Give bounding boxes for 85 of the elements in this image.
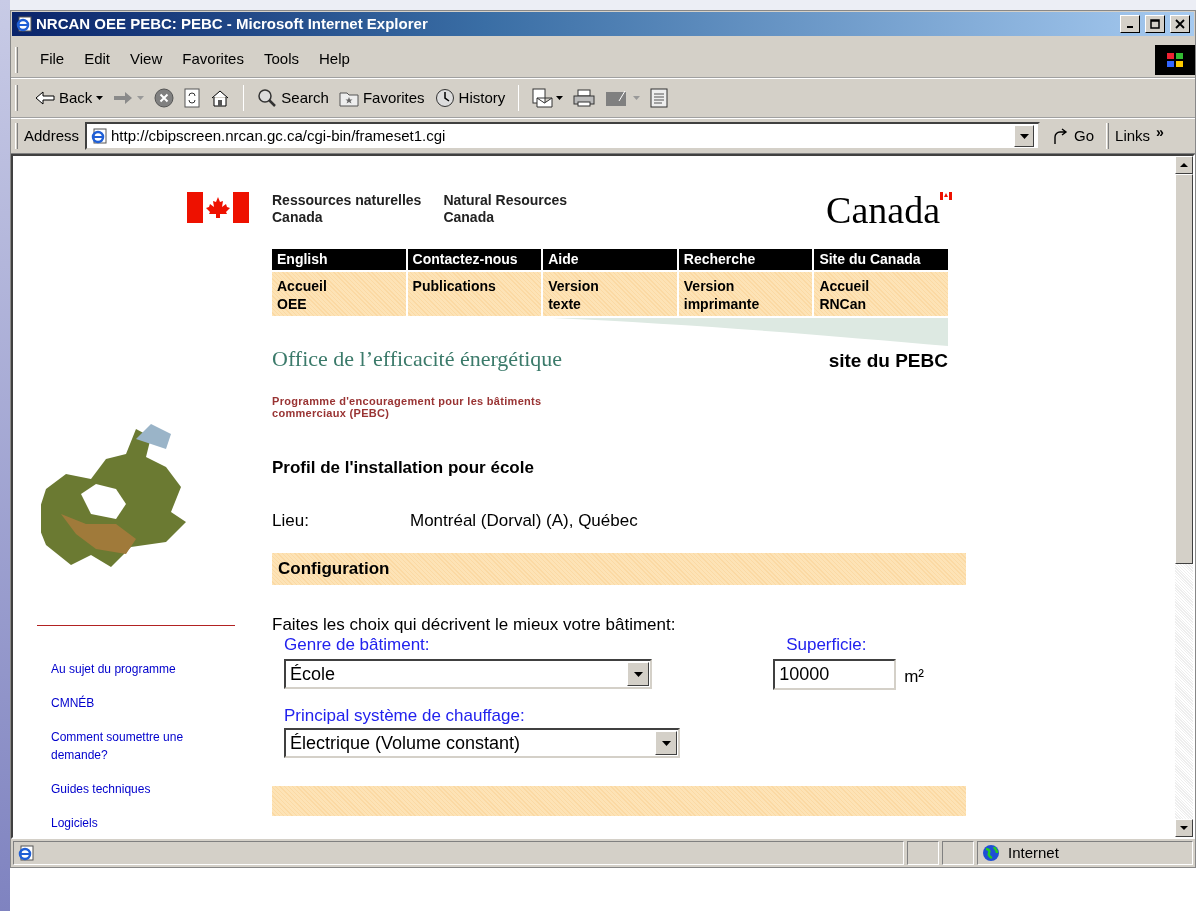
building-type-dropdown[interactable]: École bbox=[284, 659, 652, 689]
sidebar-link[interactable]: Au sujet du programme bbox=[51, 660, 231, 678]
flag-icon bbox=[940, 192, 952, 200]
nav-link[interactable]: Accueil OEE bbox=[272, 272, 406, 316]
location-label: Lieu: bbox=[272, 509, 310, 532]
canada-wordmark: Canada bbox=[826, 191, 940, 229]
maximize-icon bbox=[1150, 19, 1160, 29]
sidebar-link[interactable]: Guides techniques bbox=[51, 780, 231, 798]
page-icon bbox=[91, 128, 108, 144]
caret-icon bbox=[556, 96, 564, 100]
search-button[interactable]: Search bbox=[252, 83, 334, 113]
site-label: site du PEBC bbox=[828, 348, 948, 373]
nav-link[interactable]: Site du Canada bbox=[814, 249, 948, 270]
menu-item[interactable]: Help bbox=[309, 48, 360, 71]
folder-star-icon bbox=[338, 89, 359, 107]
program-name: Programme d'encouragement pour les bâtiments commerciaux (PEBC) bbox=[272, 395, 543, 419]
clock-icon bbox=[434, 88, 455, 108]
browser-icon bbox=[16, 16, 32, 32]
document-icon bbox=[650, 88, 669, 108]
stop-icon bbox=[154, 88, 175, 108]
field-label: Genre de bâtiment: bbox=[284, 635, 431, 655]
window-title: NRCAN OEE PEBC: PEBC - Microsoft Internet Explorer bbox=[36, 13, 428, 34]
menu-item[interactable]: View bbox=[120, 48, 173, 71]
maximize-button[interactable] bbox=[1145, 15, 1165, 33]
address-label: Address bbox=[23, 125, 81, 146]
caret-icon bbox=[96, 96, 104, 100]
up-arrow-icon[interactable] bbox=[1180, 163, 1188, 167]
location-value: Montréal (Dorval) (A), Québec bbox=[410, 509, 638, 532]
refresh-icon bbox=[184, 88, 201, 108]
vertical-scrollbar[interactable] bbox=[1175, 156, 1193, 837]
close-button[interactable] bbox=[1170, 15, 1190, 33]
nav-link[interactable]: Contactez-nous bbox=[407, 249, 542, 270]
heating-system-dropdown[interactable]: Électrique (Volume constant) bbox=[284, 728, 680, 758]
security-zone: Internet bbox=[1008, 842, 1059, 863]
nav-link[interactable]: English bbox=[272, 249, 406, 270]
menu-item[interactable]: File bbox=[30, 48, 75, 71]
page-icon bbox=[18, 845, 34, 861]
nav-link[interactable]: Recherche bbox=[678, 249, 813, 270]
favorites-button[interactable]: Favorites bbox=[333, 83, 430, 113]
caret-icon bbox=[1019, 133, 1029, 139]
status-pane bbox=[907, 841, 939, 865]
status-pane bbox=[942, 841, 974, 865]
unit-label: m² bbox=[904, 665, 924, 688]
down-arrow-icon[interactable] bbox=[1180, 826, 1188, 830]
links-button[interactable]: Links bbox=[1109, 124, 1157, 148]
sidebar-link[interactable]: Logiciels bbox=[51, 814, 231, 832]
address-field[interactable]: http://cbipscreen.nrcan.gc.ca/cgi-bin/frameset1.cgi bbox=[85, 122, 1041, 150]
history-button[interactable]: History bbox=[429, 83, 511, 113]
menu-item[interactable]: Edit bbox=[74, 48, 121, 71]
nav-link[interactable]: Version imprimante bbox=[678, 272, 813, 316]
right-arrow-icon bbox=[113, 91, 134, 105]
minimize-icon bbox=[1127, 26, 1133, 28]
department-name-en: Natural Resources Canada bbox=[443, 192, 568, 226]
department-name-fr: Ressources naturelles Canada bbox=[272, 192, 422, 226]
nav-link[interactable]: Publications bbox=[407, 272, 542, 316]
nav-link[interactable]: Aide bbox=[543, 249, 677, 270]
caret-icon bbox=[633, 671, 643, 677]
nav-link[interactable]: Accueil RNCan bbox=[814, 272, 948, 316]
field-label: Principal système de chauffage: bbox=[284, 706, 526, 726]
caret-icon bbox=[137, 96, 145, 100]
section-header: Configuration bbox=[272, 553, 966, 585]
sidebar-link[interactable]: Comment soumettre une demande? bbox=[51, 728, 231, 764]
canada-flag-icon bbox=[187, 192, 249, 223]
edit-icon bbox=[605, 89, 641, 107]
printer-icon bbox=[573, 89, 596, 107]
back-button[interactable]: Back bbox=[30, 83, 109, 113]
office-title: Office de l’efficacité énergétique bbox=[272, 345, 563, 373]
globe-icon bbox=[982, 844, 1000, 862]
page-heading: Profil de l'installation pour école bbox=[272, 457, 535, 479]
minimize-button[interactable] bbox=[1120, 15, 1140, 33]
field-label: Superficie: bbox=[786, 635, 868, 655]
home-icon bbox=[210, 89, 231, 107]
menu-item[interactable]: Tools bbox=[253, 48, 309, 71]
left-arrow-icon bbox=[35, 91, 55, 105]
windows-logo bbox=[1155, 44, 1195, 75]
menu-item[interactable]: Favorites bbox=[172, 48, 254, 71]
nav-link[interactable]: Version texte bbox=[543, 272, 677, 316]
go-button[interactable]: Go bbox=[1040, 124, 1107, 148]
area-input[interactable]: 10000 bbox=[773, 659, 897, 690]
close-icon bbox=[1175, 19, 1185, 29]
search-icon bbox=[257, 88, 278, 108]
caret-icon bbox=[661, 740, 671, 746]
instructions-text: Faites les choix qui décrivent le mieux votre bâtiment: bbox=[272, 615, 677, 635]
more-chevron[interactable]: » bbox=[1156, 121, 1164, 143]
sidebar-link[interactable]: CMNÉB bbox=[51, 694, 231, 712]
